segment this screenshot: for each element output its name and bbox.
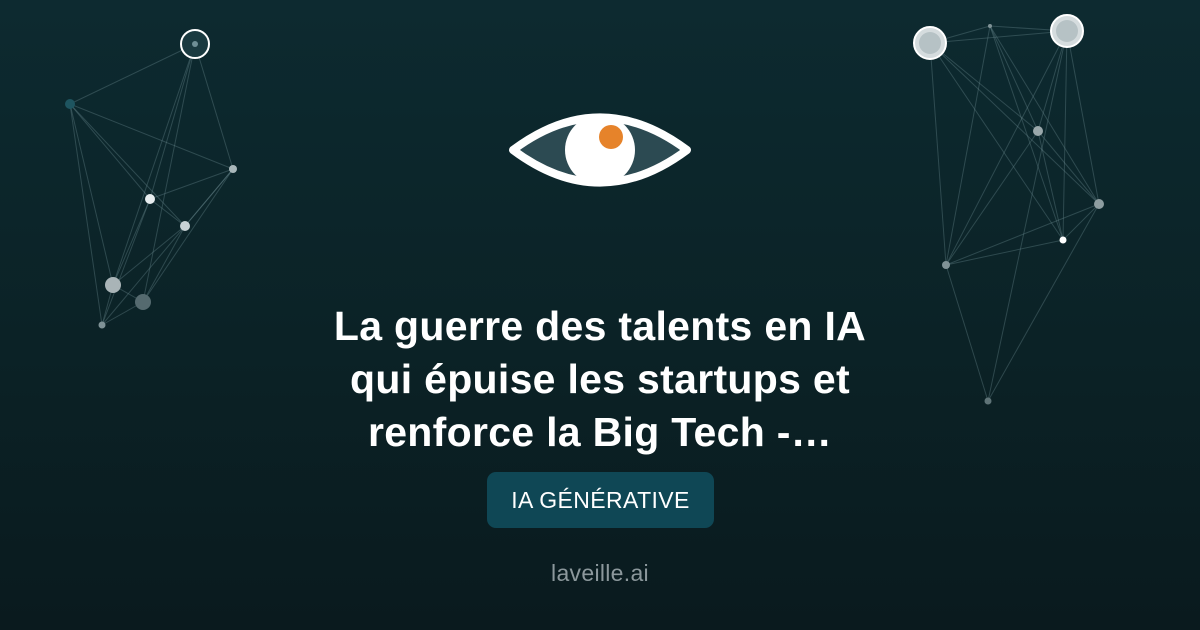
- eye-icon: [509, 113, 691, 187]
- network-left-nodes: [65, 29, 237, 329]
- article-title: La guerre des talents en IA qui épuise l…: [250, 300, 950, 459]
- eye-pupil: [599, 125, 623, 149]
- article-title-line: qui épuise les startups et: [350, 356, 850, 402]
- article-title-line: La guerre des talents en IA: [333, 303, 867, 349]
- category-badge[interactable]: IA GÉNÉRATIVE: [487, 472, 714, 528]
- network-left: [69, 43, 234, 326]
- site-name: laveille.ai: [551, 560, 649, 586]
- network-right: [929, 25, 1100, 402]
- eye-iris: [565, 115, 635, 185]
- article-title-line: renforce la Big Tech -…: [367, 409, 833, 455]
